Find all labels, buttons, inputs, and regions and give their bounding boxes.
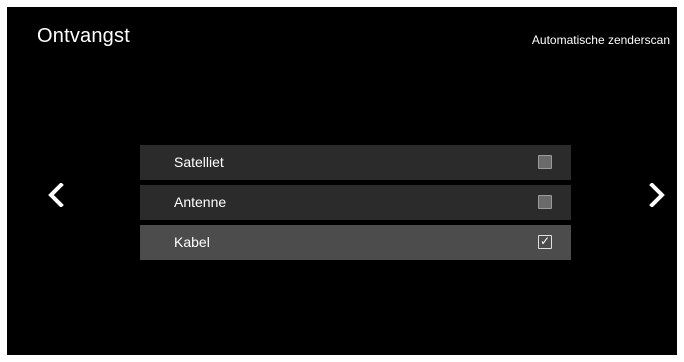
antenne-checkbox[interactable]: [538, 195, 552, 209]
option-label: Satelliet: [174, 154, 224, 170]
page-title: Ontvangst: [37, 25, 130, 47]
satelliet-checkbox[interactable]: [538, 155, 552, 169]
option-satelliet[interactable]: Satelliet: [140, 145, 571, 180]
checkmark-icon: ✓: [539, 234, 551, 248]
tv-screen: Ontvangst Automatische zenderscan Satell…: [7, 7, 677, 355]
chevron-right-icon: [647, 183, 667, 207]
chevron-left-icon: [46, 183, 66, 207]
reception-options-list: Satelliet Antenne Kabel ✓: [140, 145, 571, 265]
option-antenne[interactable]: Antenne: [140, 185, 571, 220]
option-label: Kabel: [174, 234, 210, 250]
option-label: Antenne: [174, 194, 227, 210]
next-page-button[interactable]: [647, 183, 667, 207]
prev-page-button[interactable]: [46, 183, 66, 207]
kabel-checkbox[interactable]: ✓: [538, 234, 552, 249]
option-kabel[interactable]: Kabel ✓: [140, 225, 571, 260]
page-subtitle: Automatische zenderscan: [531, 33, 670, 47]
